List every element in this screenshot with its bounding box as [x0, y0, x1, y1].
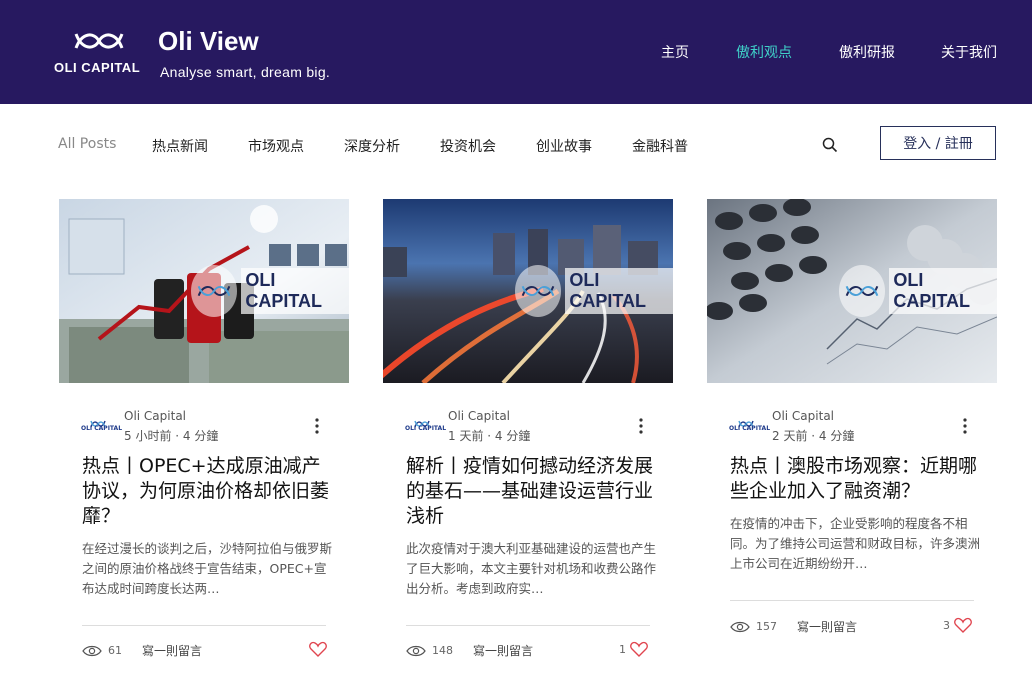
watermark-text: OLI CAPITAL [241, 268, 349, 314]
post-stats: 148 寫一則留言 [406, 642, 533, 659]
category-all-posts[interactable]: All Posts [58, 136, 116, 152]
write-comment-link[interactable]: 寫一則留言 [473, 642, 533, 659]
like-count: 1 [619, 642, 626, 656]
oli-logo-icon[interactable] [72, 26, 126, 56]
category-startup-stories[interactable]: 创业故事 [536, 136, 592, 156]
watermark-logo-icon [515, 265, 562, 317]
author-avatar-text: OLI CAPITAL [405, 425, 447, 432]
post-excerpt[interactable]: 此次疫情对于澳大利亚基础建设的运营也产生了巨大影响，本文主要针对机场和收费公路作… [406, 539, 658, 599]
post-excerpt[interactable]: 在经过漫长的谈判之后，沙特阿拉伯与俄罗斯之间的原油价格战终于宣告结束，OPEC+… [82, 539, 334, 599]
nav-about-us[interactable]: 关于我们 [941, 42, 997, 62]
read-time: 4 分鐘 [818, 429, 855, 443]
card-divider [406, 625, 650, 626]
nav-home[interactable]: 主页 [661, 42, 689, 62]
author-name[interactable]: Oli Capital [772, 409, 834, 423]
nav-oli-view[interactable]: 傲利观点 [736, 42, 792, 62]
post-stats: 157 寫一則留言 [730, 618, 857, 635]
watermark: OLI CAPITAL [839, 265, 997, 317]
views-count: 61 [108, 644, 122, 657]
post-card[interactable]: OLI CAPITAL OLI CAPITAL Oli Capital 2 天前… [707, 199, 997, 689]
search-icon[interactable] [822, 137, 838, 153]
views-count: 157 [756, 620, 777, 633]
meta-separator: · [811, 429, 819, 443]
login-signup-button[interactable]: 登入 / 註冊 [880, 126, 996, 160]
heart-icon[interactable] [309, 641, 327, 657]
post-thumbnail-calculator[interactable]: OLI CAPITAL [707, 199, 997, 383]
card-divider [730, 600, 974, 601]
author-avatar-text: OLI CAPITAL [81, 425, 123, 432]
post-title[interactable]: 热点丨OPEC+达成原油减产协议，为何原油价格却依旧萎靡？ [82, 454, 332, 529]
meta-separator: · [487, 429, 495, 443]
category-investment[interactable]: 投资机会 [440, 136, 496, 156]
category-hot-news[interactable]: 热点新闻 [152, 136, 208, 156]
post-time: 5 小时前 [124, 429, 172, 443]
watermark-logo-icon [191, 265, 238, 317]
author-name[interactable]: Oli Capital [448, 409, 510, 423]
post-time: 1 天前 [448, 429, 484, 443]
post-title[interactable]: 解析丨疫情如何撼动经济发展的基石——基础建设运营行业浅析 [406, 454, 656, 529]
post-meta: 2 天前 · 4 分鐘 [772, 427, 854, 444]
post-meta: 5 小时前 · 4 分鐘 [124, 427, 218, 444]
watermark: OLI CAPITAL [515, 265, 673, 317]
heart-icon[interactable] [630, 641, 648, 657]
read-time: 4 分鐘 [182, 429, 219, 443]
like-count: 3 [943, 618, 950, 632]
card-divider [82, 625, 326, 626]
post-title[interactable]: 热点丨澳股市场观察：近期哪些企业加入了融资潮？ [730, 454, 980, 504]
write-comment-link[interactable]: 寫一則留言 [142, 642, 202, 659]
watermark: OLI CAPITAL [191, 265, 349, 317]
views-eye-icon [82, 645, 102, 656]
post-time: 2 天前 [772, 429, 808, 443]
post-thumbnail-highway[interactable]: OLI CAPITAL [383, 199, 673, 383]
read-time: 4 分鐘 [494, 429, 531, 443]
like-button[interactable]: 3 [943, 617, 972, 633]
more-options-icon[interactable] [961, 417, 969, 435]
category-market-view[interactable]: 市场观点 [248, 136, 304, 156]
post-meta: 1 天前 · 4 分鐘 [448, 427, 530, 444]
post-card[interactable]: OLI CAPITAL OLI CAPITAL Oli Capital 1 天前… [383, 199, 673, 689]
like-button[interactable]: 1 [619, 641, 648, 657]
site-header: OLI CAPITAL Oli View Analyse smart, drea… [0, 0, 1032, 104]
heart-icon[interactable] [954, 617, 972, 633]
post-card[interactable]: OLI CAPITAL OLI CAPITAL Oli Capital 5 小时… [59, 199, 349, 689]
watermark-text: OLI CAPITAL [565, 268, 673, 314]
post-thumbnail-oil[interactable]: OLI CAPITAL [59, 199, 349, 383]
more-options-icon[interactable] [313, 417, 321, 435]
meta-separator: · [175, 429, 183, 443]
post-excerpt[interactable]: 在疫情的冲击下，企业受影响的程度各不相同。为了维持公司运营和财政目标，许多澳洲上… [730, 514, 982, 574]
category-deep-analysis[interactable]: 深度分析 [344, 136, 400, 156]
more-options-icon[interactable] [637, 417, 645, 435]
views-eye-icon [730, 621, 750, 632]
nav-oli-research[interactable]: 傲利研报 [839, 42, 895, 62]
category-finance-basics[interactable]: 金融科普 [632, 136, 688, 156]
author-name[interactable]: Oli Capital [124, 409, 186, 423]
watermark-logo-icon [839, 265, 886, 317]
views-eye-icon [406, 645, 426, 656]
author-avatar-text: OLI CAPITAL [729, 425, 771, 432]
post-stats: 61 寫一則留言 [82, 642, 202, 659]
logo-text[interactable]: OLI CAPITAL [54, 60, 140, 75]
watermark-text: OLI CAPITAL [889, 268, 997, 314]
site-tagline: Analyse smart, dream big. [160, 64, 331, 80]
like-button[interactable] [305, 641, 327, 657]
views-count: 148 [432, 644, 453, 657]
write-comment-link[interactable]: 寫一則留言 [797, 618, 857, 635]
site-title[interactable]: Oli View [158, 26, 259, 57]
